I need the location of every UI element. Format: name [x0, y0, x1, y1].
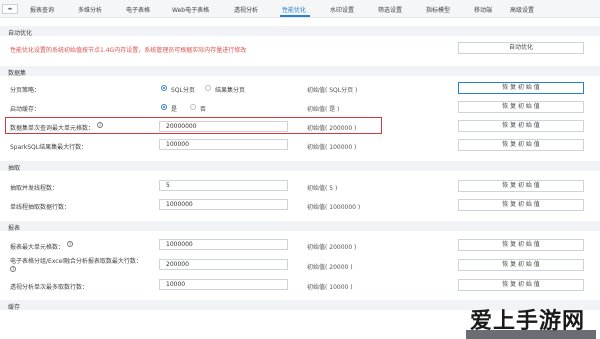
paging-resultset-label: 结果集分页: [215, 87, 246, 94]
spreadsheet-max-rows-initial: 初始值( 20000 ): [307, 264, 353, 271]
paging-initial-value: 初始值( SQL分页 ): [307, 87, 358, 94]
sparksql-max-rows-label: SparkSQL结果集最大行数：: [10, 144, 88, 151]
tab-watermark[interactable]: 水印设置: [330, 5, 354, 14]
extract-threads-label: 抽取并发线程数：: [10, 185, 59, 192]
auto-optimize-button[interactable]: 自动优化: [458, 42, 584, 54]
dataset-max-cells-initial: 初始值( 200000 ): [307, 125, 357, 132]
thread-rows-input[interactable]: 1000000: [159, 199, 288, 210]
section-auto-optimize: 自动优化: [0, 26, 600, 37]
site-watermark: 爱上手游网: [470, 309, 586, 334]
cache-initial-value: 初始值( 是 ): [307, 106, 340, 113]
tab-advanced[interactable]: 高级设置: [510, 5, 534, 14]
paging-sql-label: SQL分页: [171, 87, 195, 94]
spreadsheet-max-rows-input[interactable]: 200000: [159, 259, 288, 270]
pivot-max-rows-label: 透视分析单次最多取数行数：: [10, 284, 89, 291]
thread-rows-label: 单线程抽取数据行数：: [10, 204, 71, 211]
extract-threads-input[interactable]: 5: [159, 180, 288, 191]
spreadsheet-max-rows-label: 电子表格分组/Excel融合分析报表取数最大行数：: [10, 258, 142, 265]
restore-sparksql-button[interactable]: 恢 复 初 始 值: [458, 139, 584, 151]
cache-yes-radio[interactable]: [161, 104, 167, 110]
tab-performance[interactable]: 性能优化: [282, 5, 306, 14]
cache-yes-label: 是: [171, 106, 178, 113]
restore-extract-threads-button[interactable]: 恢 复 初 始 值: [458, 180, 584, 192]
report-max-cells-label: 报表最大单元格数：: [10, 244, 65, 251]
tab-web-spreadsheet[interactable]: Web电子表格: [172, 5, 209, 14]
section-report: 报表: [0, 221, 600, 232]
help-icon[interactable]: ?: [97, 122, 103, 128]
paging-strategy-label: 分页策略：: [10, 87, 41, 94]
restore-paging-button[interactable]: 恢 复 初 始 值: [458, 82, 584, 94]
tab-multidim-analysis[interactable]: 多维分析: [78, 5, 102, 14]
help-icon[interactable]: ?: [67, 241, 73, 247]
restore-thread-rows-button[interactable]: 恢 复 初 始 值: [458, 199, 584, 211]
section-extract: 抽取: [0, 161, 600, 172]
dataset-max-cells-label: 数据集单次查询最大单元格数：: [10, 125, 95, 132]
tab-indicator-model[interactable]: 指标模型: [426, 5, 450, 14]
restore-pivot-max-rows-button[interactable]: 恢 复 初 始 值: [458, 279, 584, 291]
enable-cache-label: 启动缓存：: [10, 106, 41, 113]
section-dataset: 数据集: [0, 66, 600, 77]
restore-report-max-cells-button[interactable]: 恢 复 初 始 值: [458, 239, 584, 251]
tab-mobile[interactable]: 移动端: [474, 5, 492, 14]
paging-sql-radio[interactable]: [161, 85, 167, 91]
tab-pivot-analysis[interactable]: 透视分析: [234, 5, 258, 14]
tab-scroll-arrows[interactable]: ◂▸: [2, 4, 18, 14]
active-tab-indicator: [280, 15, 310, 17]
extract-threads-initial: 初始值( 5 ): [307, 185, 338, 192]
report-max-cells-input[interactable]: 1000000: [159, 239, 288, 250]
cache-no-label: 否: [200, 106, 207, 113]
cache-no-radio[interactable]: [190, 104, 196, 110]
tab-bar: ◂▸ 报表查询 多维分析 电子表格 Web电子表格 透视分析 性能优化 水印设置…: [0, 0, 600, 18]
report-max-cells-initial: 初始值( 200000 ): [307, 244, 357, 251]
restore-cache-button[interactable]: 恢 复 初 始 值: [458, 101, 584, 113]
paging-resultset-radio[interactable]: [205, 85, 211, 91]
restore-dataset-max-cells-button[interactable]: 恢 复 初 始 值: [458, 120, 584, 132]
tab-filter[interactable]: 筛选设置: [378, 5, 402, 14]
sparksql-max-rows-input[interactable]: 100000: [159, 139, 288, 150]
pivot-max-rows-initial: 初始值( 10000 ): [307, 284, 353, 291]
sparksql-max-rows-initial: 初始值( 100000 ): [307, 144, 357, 151]
tab-report-query[interactable]: 报表查询: [30, 5, 54, 14]
memory-warning-text: 性能优化设置的系统初始值按节点1.4G内存设置，系统管理员可根据实际内存量进行修…: [10, 47, 247, 54]
thread-rows-initial: 初始值( 1000000 ): [307, 204, 361, 211]
dataset-max-cells-input[interactable]: 20000000: [159, 121, 288, 132]
tab-spreadsheet[interactable]: 电子表格: [126, 5, 150, 14]
help-icon[interactable]: ?: [10, 266, 16, 272]
restore-spreadsheet-max-rows-button[interactable]: 恢 复 初 始 值: [458, 259, 584, 271]
pivot-max-rows-input[interactable]: 10000: [159, 279, 288, 290]
